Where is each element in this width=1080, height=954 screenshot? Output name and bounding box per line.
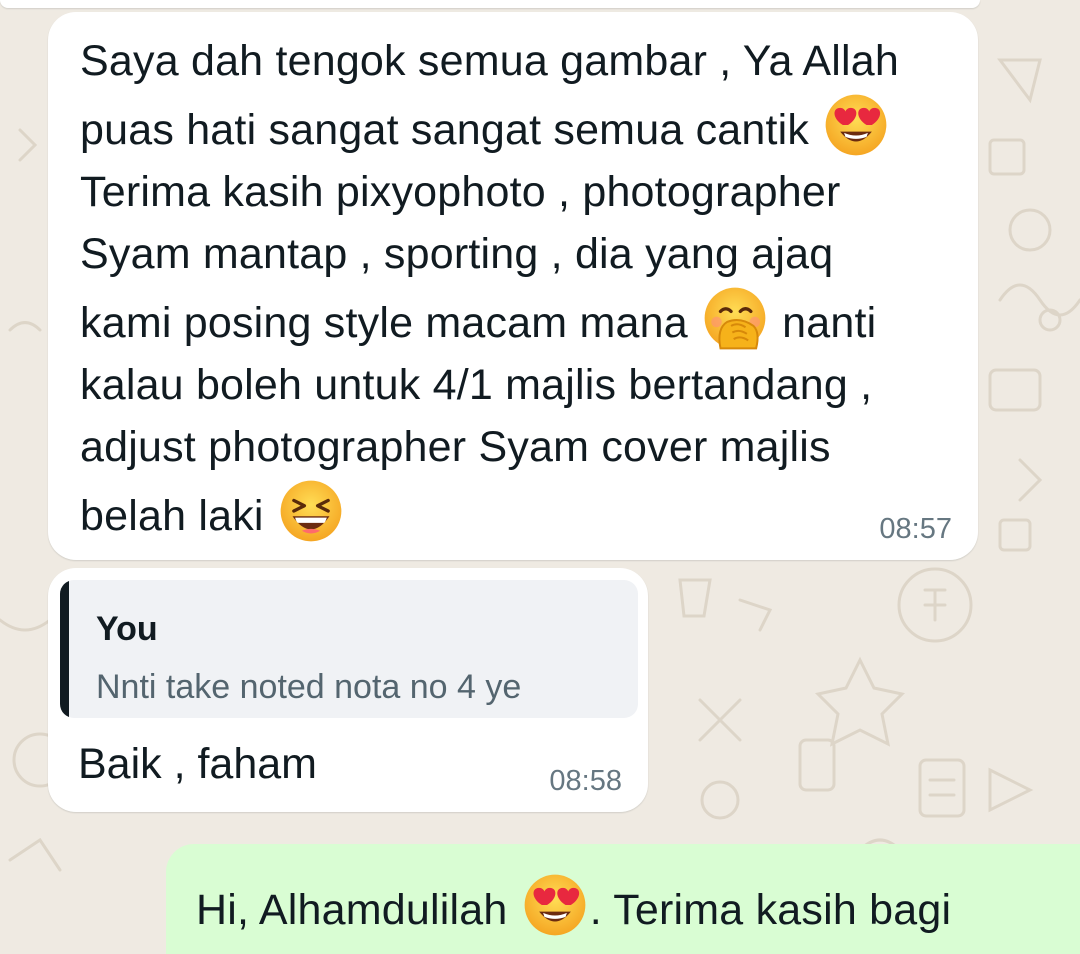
incoming-message-bubble[interactable]: Saya dah tengok semua gambar , Ya Allah p… bbox=[48, 12, 978, 560]
message-text-segment: adjust photographer Syam cover majlis bbox=[80, 423, 831, 471]
quoted-author: You bbox=[96, 610, 158, 648]
message-line: adjust photographer Syam cover majlis bbox=[80, 416, 960, 478]
message-line: Terima kasih pixyophoto , photographer bbox=[80, 161, 960, 223]
message-text-segment: nanti bbox=[769, 299, 877, 347]
heart-eyes-emoji-icon bbox=[821, 94, 891, 156]
message-line: Saya dah tengok semua gambar , Ya Allah bbox=[80, 30, 960, 92]
message-text: Hi, Alhamdulilah . Terima kasih bagi bbox=[196, 872, 1076, 941]
message-line: Syam mantap , sporting , dia yang ajaq bbox=[80, 223, 960, 285]
quoted-text: Nnti take noted nota no 4 ye bbox=[96, 668, 522, 706]
heart-eyes-emoji-icon bbox=[520, 874, 590, 936]
message-line: kami posing style macam mana nanti bbox=[80, 285, 960, 354]
incoming-reply-bubble[interactable]: You Nnti take noted nota no 4 ye Baik , … bbox=[48, 568, 648, 812]
message-text-segment: Saya dah tengok semua gambar , Ya Allah bbox=[80, 37, 899, 85]
message-line: puas hati sangat sangat semua cantik bbox=[80, 92, 960, 161]
message-text-segment: kalau boleh untuk 4/1 majlis bertandang … bbox=[80, 361, 873, 409]
message-text-segment: puas hati sangat sangat semua cantik bbox=[80, 106, 822, 154]
message-text-segment: . Terima kasih bagi bbox=[589, 886, 952, 934]
grinning-squinting-emoji-icon bbox=[276, 480, 346, 542]
quote-accent-bar bbox=[60, 580, 69, 718]
quoted-message[interactable]: You Nnti take noted nota no 4 ye bbox=[60, 580, 638, 718]
outgoing-message-bubble[interactable]: Hi, Alhamdulilah . Terima kasih bagi bbox=[166, 844, 1080, 954]
message-text: Baik , faham bbox=[78, 740, 317, 788]
hand-over-mouth-emoji-icon bbox=[700, 287, 770, 350]
message-text: Saya dah tengok semua gambar , Ya Allah p… bbox=[80, 30, 960, 547]
message-text-segment: Syam mantap , sporting , dia yang ajaq bbox=[80, 230, 834, 278]
message-line: kalau boleh untuk 4/1 majlis bertandang … bbox=[80, 354, 960, 416]
message-timestamp: 08:58 bbox=[549, 765, 622, 797]
message-timestamp: 08:57 bbox=[879, 513, 952, 545]
message-text-segment: Hi, Alhamdulilah bbox=[196, 886, 520, 934]
message-line: belah laki bbox=[80, 478, 960, 547]
message-text-segment: kami posing style macam mana bbox=[80, 299, 700, 347]
message-text-segment: belah laki bbox=[80, 492, 276, 540]
previous-message-bubble-edge bbox=[0, 0, 980, 8]
message-text-segment: Terima kasih pixyophoto , photographer bbox=[80, 168, 841, 216]
